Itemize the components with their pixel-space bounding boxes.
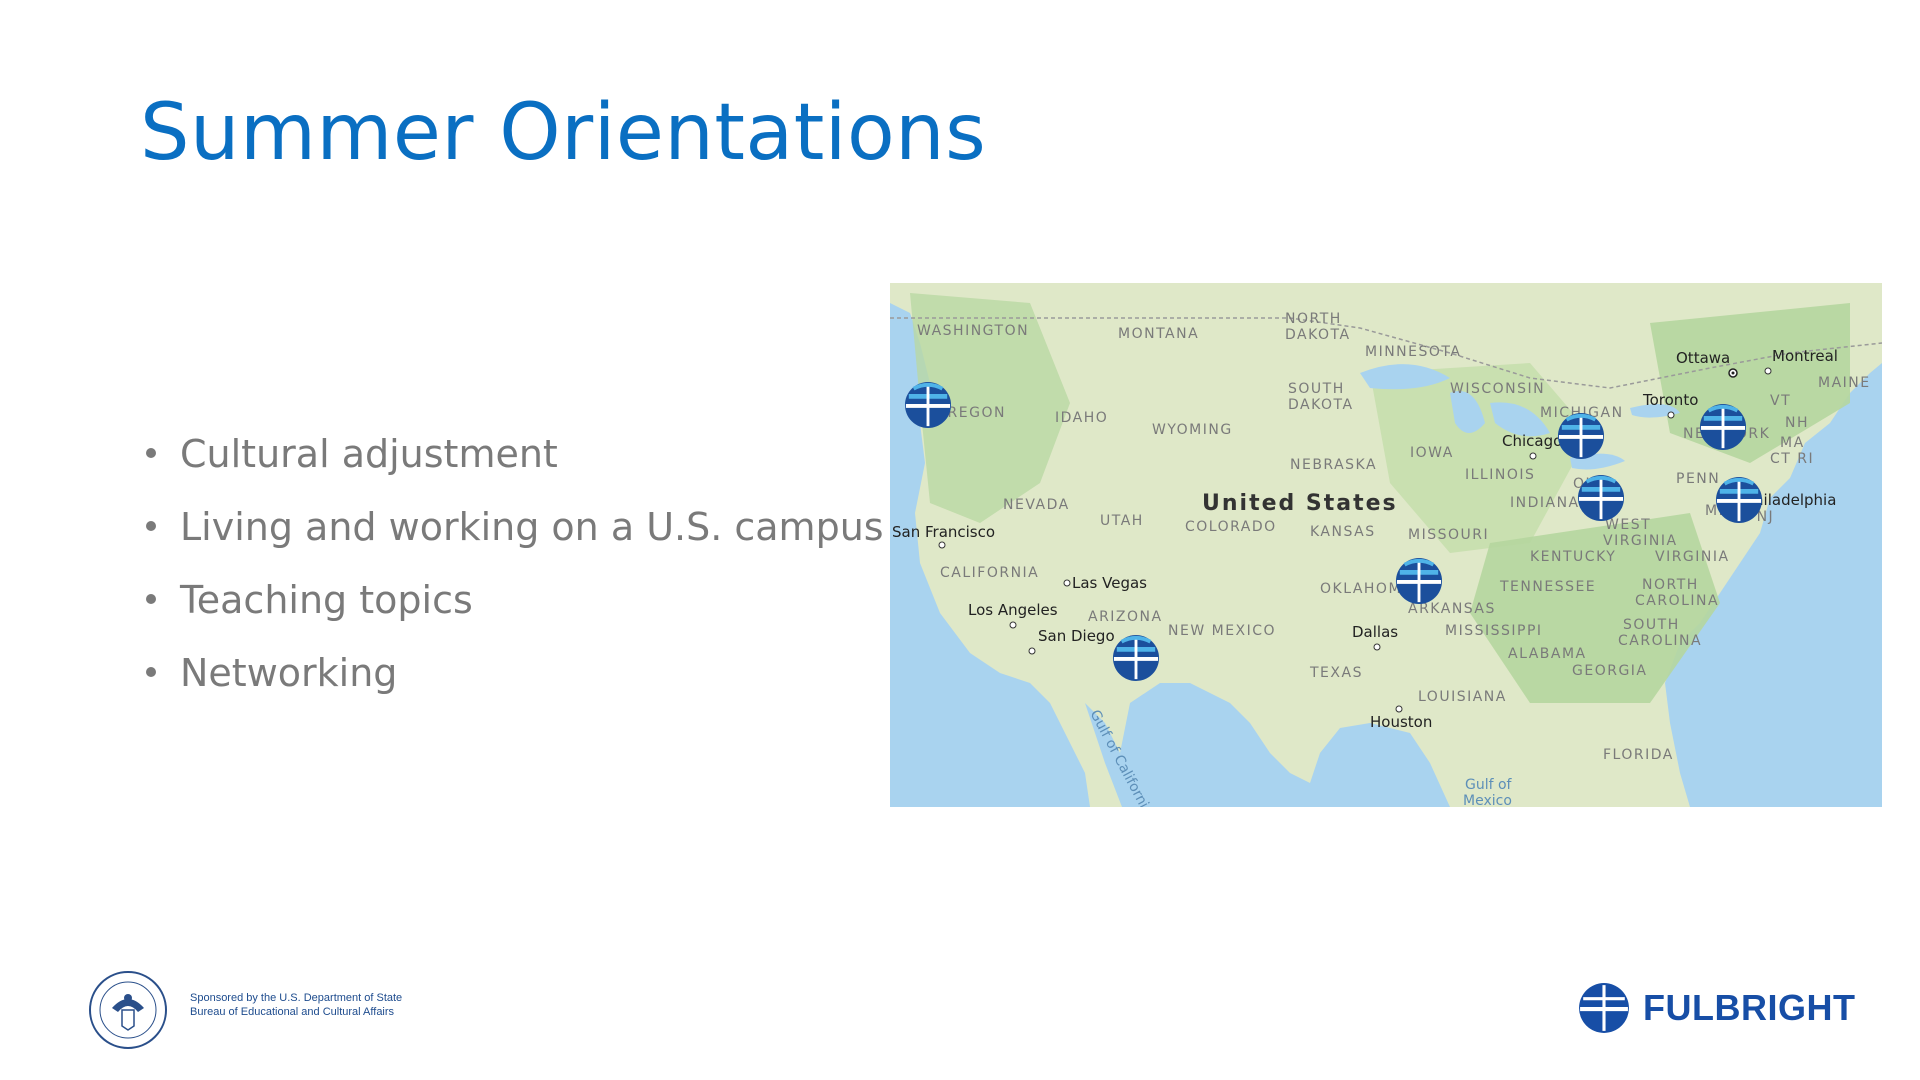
svg-text:MAINE: MAINE — [1818, 375, 1871, 391]
bullet-text: Teaching topics — [180, 578, 473, 622]
svg-text:NEBRASKA: NEBRASKA — [1290, 457, 1377, 473]
svg-text:KANSAS: KANSAS — [1310, 524, 1376, 540]
bullet-text: Cultural adjustment — [180, 432, 558, 476]
sponsor-line-2: Bureau of Educational and Cultural Affai… — [190, 1006, 395, 1018]
svg-text:MISSISSIPPI: MISSISSIPPI — [1445, 623, 1543, 639]
svg-text:VIRGINIA: VIRGINIA — [1603, 533, 1678, 549]
svg-text:GEORGIA: GEORGIA — [1572, 663, 1648, 679]
svg-text:NEW MEXICO: NEW MEXICO — [1168, 623, 1276, 639]
svg-text:DAKOTA: DAKOTA — [1288, 397, 1354, 413]
brand-name: FULBRIGHT — [1643, 987, 1856, 1028]
bullet-item: Living and working on a U.S. campus — [140, 499, 884, 572]
bullet-item: Networking — [140, 645, 884, 718]
svg-text:TENNESSEE: TENNESSEE — [1499, 579, 1596, 595]
svg-text:WEST: WEST — [1605, 517, 1651, 533]
svg-text:KENTUCKY: KENTUCKY — [1530, 549, 1616, 565]
fulbright-globe-icon — [1113, 635, 1159, 681]
svg-text:Gulf of: Gulf of — [1465, 777, 1513, 793]
svg-text:San Diego: San Diego — [1038, 627, 1115, 645]
svg-text:DAKOTA: DAKOTA — [1285, 327, 1351, 343]
bullet-text: Living and working on a U.S. campus — [180, 505, 884, 549]
svg-text:PENN: PENN — [1676, 471, 1720, 487]
svg-text:MONTANA: MONTANA — [1118, 326, 1199, 342]
svg-text:Las Vegas: Las Vegas — [1072, 574, 1147, 592]
svg-text:FLORIDA: FLORIDA — [1603, 747, 1674, 763]
country-label: United States — [1202, 491, 1398, 516]
us-map-graphic: WASHINGTON MONTANA NORTH DAKOTA MINNESOT… — [890, 283, 1882, 807]
svg-text:NH: NH — [1785, 415, 1809, 431]
slide-title: Summer Orientations — [140, 88, 987, 178]
svg-text:Toronto: Toronto — [1642, 391, 1698, 409]
bullet-dot — [146, 521, 156, 531]
svg-text:MISSOURI: MISSOURI — [1408, 527, 1489, 543]
bullet-item: Teaching topics — [140, 572, 884, 645]
svg-text:WASHINGTON: WASHINGTON — [917, 323, 1029, 339]
svg-text:Mexico: Mexico — [1463, 793, 1512, 807]
fulbright-globe-icon — [905, 382, 951, 428]
svg-text:SOUTH: SOUTH — [1623, 617, 1680, 633]
svg-text:ARIZONA: ARIZONA — [1088, 609, 1163, 625]
svg-text:WISCONSIN: WISCONSIN — [1450, 381, 1545, 397]
svg-text:Chicago: Chicago — [1502, 432, 1562, 450]
svg-text:CT RI: CT RI — [1770, 451, 1814, 467]
svg-text:COLORADO: COLORADO — [1185, 519, 1277, 535]
svg-text:IOWA: IOWA — [1410, 445, 1454, 461]
fulbright-globe-icon — [1558, 413, 1604, 459]
svg-text:CAROLINA: CAROLINA — [1635, 593, 1719, 609]
fulbright-globe-icon — [1578, 475, 1624, 521]
svg-text:CALIFORNIA: CALIFORNIA — [940, 565, 1039, 581]
bullet-dot — [146, 667, 156, 677]
fulbright-globe-icon — [1700, 404, 1746, 450]
fulbright-logo-icon — [1579, 983, 1629, 1033]
svg-text:Ottawa: Ottawa — [1676, 349, 1730, 367]
bullet-text: Networking — [180, 651, 398, 695]
svg-text:WYOMING: WYOMING — [1152, 422, 1233, 438]
svg-text:Houston: Houston — [1370, 713, 1432, 731]
svg-text:NORTH: NORTH — [1642, 577, 1699, 593]
svg-text:ILLINOIS: ILLINOIS — [1465, 467, 1535, 483]
svg-text:SOUTH: SOUTH — [1288, 381, 1345, 397]
svg-text:Los Angeles: Los Angeles — [968, 601, 1058, 619]
svg-text:VIRGINIA: VIRGINIA — [1655, 549, 1730, 565]
svg-text:LOUISIANA: LOUISIANA — [1418, 689, 1507, 705]
svg-text:Dallas: Dallas — [1352, 623, 1398, 641]
svg-text:INDIANA: INDIANA — [1510, 495, 1580, 511]
department-of-state-seal-icon — [89, 971, 167, 1049]
svg-text:MINNESOTA: MINNESOTA — [1365, 344, 1461, 360]
svg-text:IDAHO: IDAHO — [1055, 410, 1108, 426]
bullet-dot — [146, 448, 156, 458]
svg-text:ALABAMA: ALABAMA — [1508, 646, 1587, 662]
svg-text:CAROLINA: CAROLINA — [1618, 633, 1702, 649]
svg-text:San Francisco: San Francisco — [892, 523, 995, 541]
bullet-dot — [146, 594, 156, 604]
fulbright-globe-icon — [1716, 477, 1762, 523]
svg-text:NEVADA: NEVADA — [1003, 497, 1070, 513]
svg-text:Montreal: Montreal — [1772, 347, 1838, 365]
us-map: WASHINGTON MONTANA NORTH DAKOTA MINNESOT… — [890, 283, 1882, 807]
svg-text:MA: MA — [1780, 435, 1805, 451]
bullet-list: Cultural adjustment Living and working o… — [140, 426, 884, 718]
sponsor-line-1: Sponsored by the U.S. Department of Stat… — [190, 992, 403, 1004]
svg-text:TEXAS: TEXAS — [1309, 665, 1363, 681]
sponsor-text: Sponsored by the U.S. Department of Stat… — [190, 991, 402, 1019]
fulbright-globe-icon — [1396, 558, 1442, 604]
svg-text:VT: VT — [1770, 393, 1791, 409]
bullet-item: Cultural adjustment — [140, 426, 884, 499]
svg-text:UTAH: UTAH — [1100, 513, 1144, 529]
svg-text:NORTH: NORTH — [1285, 311, 1342, 327]
